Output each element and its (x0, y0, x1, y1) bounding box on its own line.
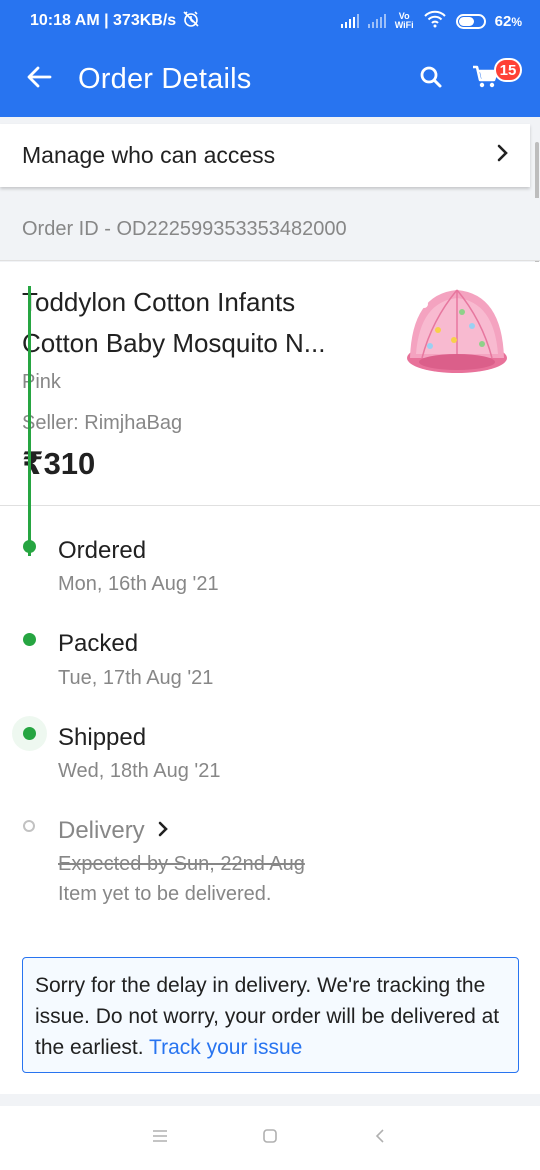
timeline-delivery-title: Delivery (58, 817, 145, 844)
product-price: ₹310 (22, 446, 96, 481)
product-image[interactable] (402, 280, 512, 378)
timeline-dot-packed (23, 633, 36, 646)
product-section[interactable]: Toddylon Cotton Infants Cotton Baby Mosq… (0, 262, 540, 506)
manage-access-label: Manage who can access (22, 142, 276, 168)
timeline-packed-title: Packed (58, 630, 139, 657)
back-button[interactable] (0, 42, 78, 117)
system-back-button[interactable] (360, 1118, 400, 1158)
cart-count-badge: 15 (494, 58, 522, 82)
timeline-ordered-date: Mon, 16th Aug '21 (58, 573, 219, 595)
chevron-right-icon (157, 817, 169, 845)
product-name: Toddylon Cotton Infants Cotton Baby Mosq… (22, 282, 382, 364)
system-nav-bar (0, 1106, 540, 1170)
battery-icon (455, 13, 486, 29)
battery-percent-value: 62 (494, 12, 512, 30)
timeline-dot-shipped (23, 727, 36, 740)
battery-percent: 62% (495, 13, 522, 30)
recents-button[interactable] (140, 1118, 180, 1158)
timeline-ordered-title: Ordered (58, 537, 147, 564)
timeline-shipped-date: Wed, 18th Aug '21 (58, 760, 221, 782)
timeline-shipped-title: Shipped (58, 724, 147, 751)
back-arrow-icon (26, 66, 52, 93)
product-name-line2: Cotton Baby Mosquito N... (22, 328, 326, 358)
battery-percent-suffix: % (511, 14, 522, 29)
status-bar: 10:18 AM | 373KB/s Vo WiFi 62% (0, 0, 540, 42)
manage-access-row[interactable]: Manage who can access (0, 124, 530, 187)
status-right: Vo WiFi 62% (340, 10, 522, 32)
order-id: Order ID - OD222599353353482000 (0, 198, 540, 261)
timeline-delivery-expected: Expected by Sun, 22nd Aug (58, 853, 305, 875)
chevron-right-icon (496, 144, 508, 167)
timeline-dot-delivery (23, 820, 35, 832)
wifi-icon (423, 10, 447, 32)
track-issue-link[interactable]: Track your issue (149, 1036, 302, 1059)
timeline-delivery-row[interactable]: Delivery (58, 817, 169, 845)
timeline-packed-date: Tue, 17th Aug '21 (58, 667, 214, 689)
menu-icon (152, 1129, 168, 1148)
delay-notice: Sorry for the delay in delivery. We're t… (22, 957, 519, 1073)
back-icon (375, 1128, 385, 1149)
vowifi-icon: Vo WiFi (395, 12, 414, 30)
search-icon (419, 65, 443, 94)
search-button[interactable] (412, 60, 450, 98)
product-name-line1: Toddylon Cotton Infants (22, 287, 296, 317)
page-title: Order Details (78, 63, 252, 95)
vowifi-bottom-text: WiFi (394, 20, 414, 30)
status-time-speed: 10:18 AM | 373KB/s (30, 12, 177, 29)
section-divider (0, 1094, 540, 1106)
timeline-progress-line (28, 286, 31, 556)
signal-icon (340, 14, 359, 28)
timeline-delivery-note: Item yet to be delivered. (58, 883, 272, 905)
signal-icon (367, 14, 386, 28)
status-left: 10:18 AM | 373KB/s (30, 10, 200, 33)
home-button[interactable] (250, 1118, 290, 1158)
app-header: Order Details (0, 42, 540, 117)
home-square-icon (262, 1128, 278, 1149)
alarm-off-icon (182, 10, 200, 33)
product-seller: Seller: RimjhaBag (22, 412, 183, 434)
timeline-dot-ordered (23, 540, 36, 553)
